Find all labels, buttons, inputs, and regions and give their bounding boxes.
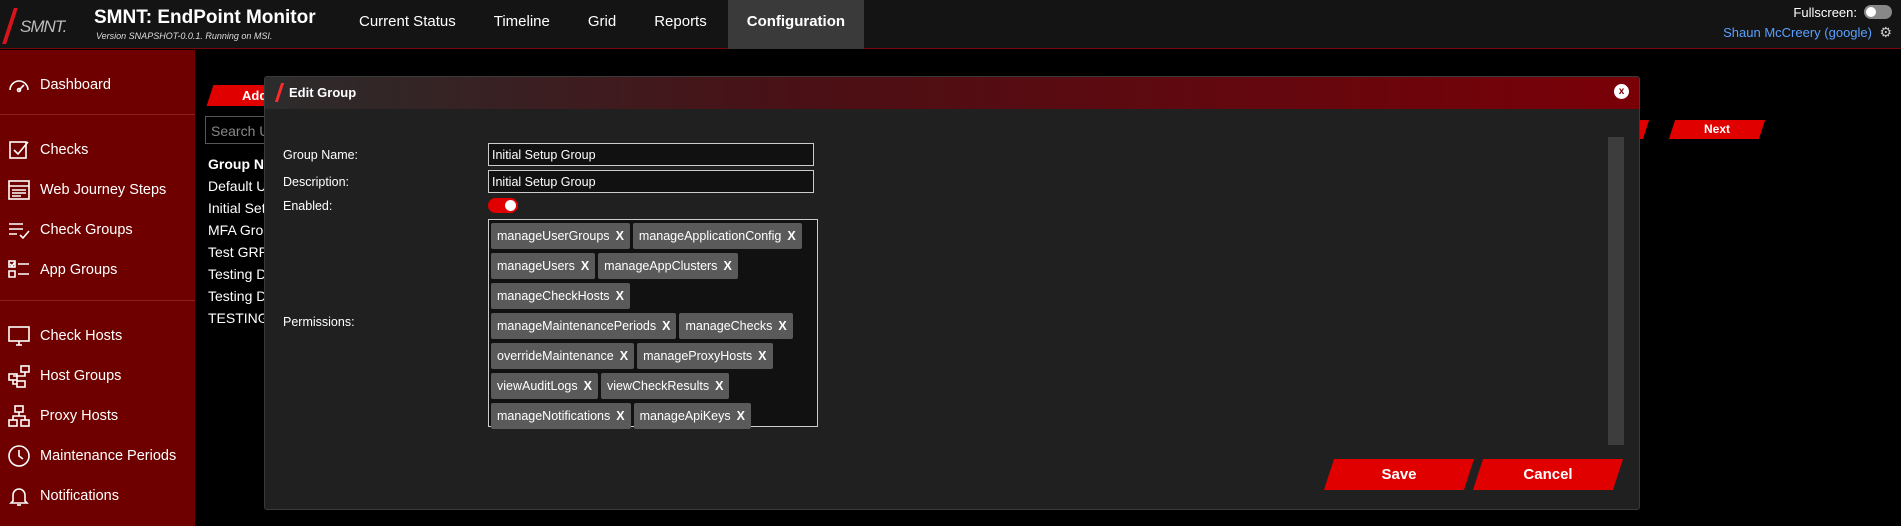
permission-tag: manageProxyHosts X: [637, 343, 773, 369]
dialog-scrollbar[interactable]: [1608, 137, 1624, 445]
permission-tag: viewCheckResults X: [600, 373, 730, 399]
group-name-input[interactable]: [488, 143, 814, 166]
list-item[interactable]: Testing D: [208, 285, 266, 307]
list-item[interactable]: Testing D: [208, 263, 266, 285]
list-item[interactable]: Default U: [208, 175, 266, 197]
remove-tag-icon[interactable]: X: [581, 259, 589, 273]
edit-group-dialog: Edit Group x Group Name: Description: En…: [264, 76, 1640, 510]
sidebar-item-label: Web Journey Steps: [40, 182, 167, 198]
permission-tag: manageMaintenancePeriods X: [491, 313, 677, 339]
next-button[interactable]: Next: [1668, 120, 1766, 139]
dialog-title: Edit Group: [289, 85, 357, 100]
remove-tag-icon[interactable]: X: [715, 379, 723, 393]
sidebar-item-label: Checks: [40, 142, 89, 158]
remove-tag-icon[interactable]: X: [737, 409, 745, 423]
sidebar-item-label: Check Hosts: [40, 328, 123, 344]
host-groups-icon: [6, 364, 32, 388]
app-version: Version SNAPSHOT-0.0.1. Running on MSI.: [96, 31, 273, 41]
list-header: Group Na: [208, 156, 266, 172]
bell-icon: [6, 484, 32, 508]
sidebar-item-label: Proxy Hosts: [40, 408, 119, 424]
sidebar-item-check-hosts[interactable]: Check Hosts: [6, 323, 122, 349]
sidebar-item-host-groups[interactable]: Host Groups: [6, 363, 121, 389]
logo: SMNT.: [2, 8, 78, 44]
sidebar-item-dashboard[interactable]: Dashboard: [6, 72, 111, 98]
enabled-toggle[interactable]: [488, 198, 518, 213]
permission-tag: manageUserGroups X: [491, 223, 630, 249]
checkbox-icon: [6, 138, 32, 162]
permission-tag: manageCheckHosts X: [491, 283, 630, 309]
permission-tag: manageUsers X: [491, 253, 596, 279]
logo-text: SMNT.: [20, 17, 67, 36]
search-input[interactable]: Search U: [205, 116, 267, 144]
sidebar-item-notifications[interactable]: Notifications: [6, 483, 119, 509]
group-list: Group Na Default U Initial Set MFA Grou …: [208, 153, 266, 329]
sidebar-item-proxy-hosts[interactable]: Proxy Hosts: [6, 403, 118, 429]
save-button[interactable]: Save: [1323, 459, 1475, 490]
list-item[interactable]: Initial Set: [208, 197, 266, 219]
close-icon[interactable]: x: [1614, 84, 1629, 99]
browser-icon: [6, 178, 32, 202]
permission-tag: viewAuditLogs X: [491, 373, 598, 399]
sidebar-item-checks[interactable]: Checks: [6, 137, 88, 163]
remove-tag-icon[interactable]: X: [620, 349, 628, 363]
remove-tag-icon[interactable]: X: [662, 319, 670, 333]
sidebar-item-label: Dashboard: [40, 77, 111, 93]
network-icon: [6, 404, 32, 428]
user-link[interactable]: Shaun McCreery (google): [1723, 25, 1872, 40]
tab-current-status[interactable]: Current Status: [340, 0, 475, 49]
fullscreen-toggle[interactable]: [1864, 5, 1892, 19]
sidebar-item-label: Host Groups: [40, 368, 122, 384]
sidebar-item-label: Notifications: [40, 488, 119, 504]
tab-grid[interactable]: Grid: [569, 0, 635, 49]
sidebar-item-label: Check Groups: [40, 222, 133, 238]
permission-tag: manageApplicationConfig X: [632, 223, 802, 249]
tab-reports[interactable]: Reports: [635, 0, 726, 49]
sidebar-item-app-groups[interactable]: App Groups: [6, 257, 117, 283]
remove-tag-icon[interactable]: X: [723, 259, 731, 273]
sidebar-item-web-journey-steps[interactable]: Web Journey Steps: [6, 177, 166, 203]
tab-configuration[interactable]: Configuration: [727, 0, 865, 49]
description-label: Description:: [283, 175, 349, 189]
permission-tag: manageAppClusters X: [598, 253, 738, 279]
list-item[interactable]: Test GRRO: [208, 241, 266, 263]
remove-tag-icon[interactable]: X: [584, 379, 592, 393]
description-input[interactable]: [488, 170, 814, 193]
remove-tag-icon[interactable]: X: [616, 409, 624, 423]
permission-tag: manageChecks X: [679, 313, 793, 339]
permission-tag: manageApiKeys X: [633, 403, 751, 429]
list-check-icon: [6, 218, 32, 242]
remove-tag-icon[interactable]: X: [758, 349, 766, 363]
permissions-field[interactable]: manageUserGroups X manageApplicationConfi…: [488, 219, 818, 429]
remove-tag-icon[interactable]: X: [787, 229, 795, 243]
app-title: SMNT: EndPoint Monitor: [94, 7, 316, 28]
permission-tag: overrideMaintenance X: [491, 343, 635, 369]
tab-timeline[interactable]: Timeline: [475, 0, 569, 49]
list-item[interactable]: TESTING: [208, 307, 266, 329]
list-item[interactable]: MFA Grou: [208, 219, 266, 241]
sidebar-item-label: App Groups: [40, 262, 118, 278]
sidebar-item-label: Maintenance Periods: [40, 448, 177, 464]
sidebar-item-maintenance-periods[interactable]: Maintenance Periods: [6, 443, 176, 469]
main-nav: Current Status Timeline Grid Reports Con…: [340, 0, 865, 49]
remove-tag-icon[interactable]: X: [616, 289, 624, 303]
enabled-label: Enabled:: [283, 199, 333, 213]
top-bar: SMNT. SMNT: EndPoint Monitor Version SNA…: [0, 0, 1901, 49]
dashboard-icon: [6, 73, 32, 97]
remove-tag-icon[interactable]: X: [778, 319, 786, 333]
permission-tag: manageNotifications X: [491, 403, 631, 429]
remove-tag-icon[interactable]: X: [616, 229, 624, 243]
gear-icon[interactable]: ⚙: [1879, 24, 1892, 41]
cancel-button[interactable]: Cancel: [1472, 459, 1624, 490]
fullscreen-label: Fullscreen:: [1793, 5, 1857, 20]
sidebar-item-check-groups[interactable]: Check Groups: [6, 217, 133, 243]
sidebar: Dashboard Checks Web Journey Steps Check…: [0, 50, 195, 526]
permissions-label: Permissions:: [283, 315, 355, 329]
app-groups-icon: [6, 258, 32, 282]
monitor-icon: [6, 324, 32, 348]
dialog-header: Edit Group x: [265, 77, 1639, 109]
group-name-label: Group Name:: [283, 148, 359, 162]
clock-icon: [6, 444, 32, 468]
